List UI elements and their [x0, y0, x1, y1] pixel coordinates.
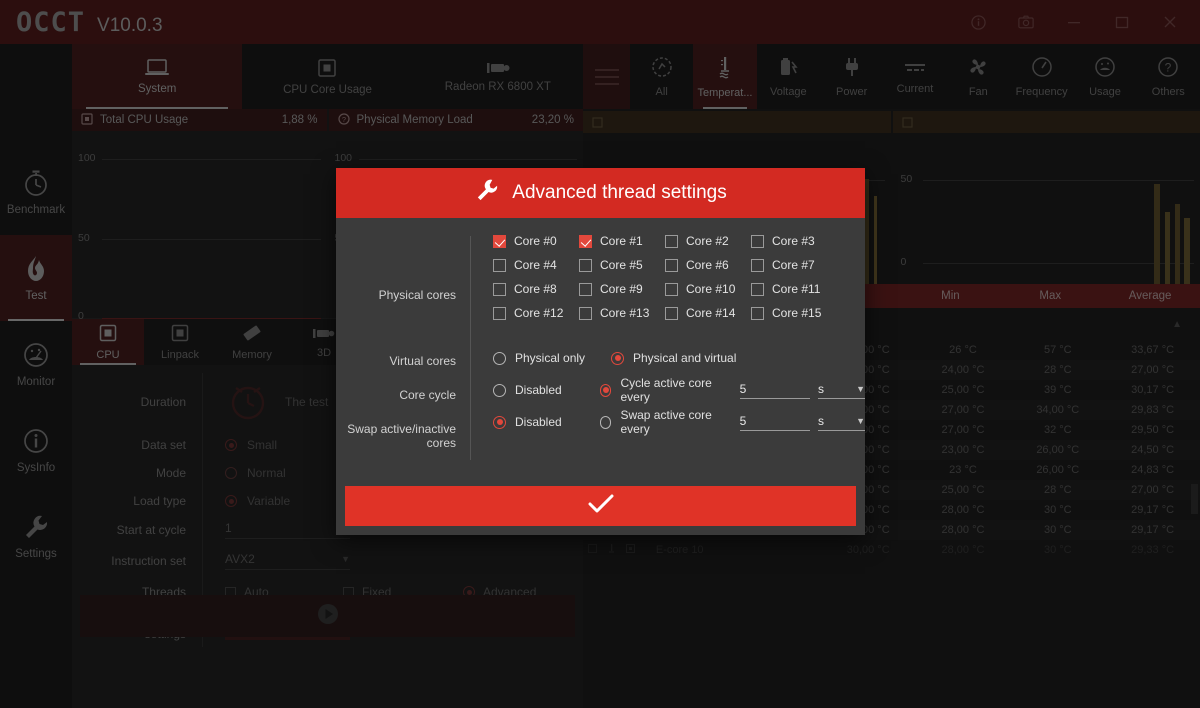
core-checkbox-1[interactable]: Core #1 — [579, 234, 665, 248]
radio-icon — [493, 415, 506, 429]
swap-cores-label: Swap active/inactive cores — [347, 422, 456, 450]
core-checkbox-11[interactable]: Core #11 — [751, 282, 837, 296]
dialog-confirm-button[interactable] — [345, 486, 856, 526]
checkbox-icon — [579, 282, 592, 296]
core-checkbox-8[interactable]: Core #8 — [493, 282, 579, 296]
core-checkbox-9[interactable]: Core #9 — [579, 282, 665, 296]
core-cycle-row: Disabled Cycle active core every 5 s ▼ — [493, 374, 866, 406]
core-label: Core #8 — [514, 282, 557, 296]
core-label: Core #7 — [772, 258, 815, 272]
core-label: Core #9 — [600, 282, 643, 296]
wrench-icon — [474, 178, 499, 209]
chevron-down-icon: ▼ — [856, 383, 866, 394]
checkbox-icon — [665, 306, 678, 320]
dialog-labels-column: Physical cores Virtual cores Core cycle … — [336, 234, 470, 486]
radio-cycle-active-core[interactable]: Cycle active core every — [599, 376, 732, 404]
virtual-cores-row: Physical only Physical and virtual — [493, 342, 865, 374]
core-label: Core #4 — [514, 258, 557, 272]
radio-swap-active-core[interactable]: Swap active core every — [599, 408, 732, 436]
core-checkbox-6[interactable]: Core #6 — [665, 258, 751, 272]
core-label: Core #11 — [772, 282, 821, 296]
core-checkbox-15[interactable]: Core #15 — [751, 306, 837, 320]
radio-physical-and-virtual[interactable]: Physical and virtual — [611, 351, 736, 365]
core-checkbox-10[interactable]: Core #10 — [665, 282, 751, 296]
chevron-down-icon: ▼ — [856, 415, 866, 426]
core-label: Core #14 — [686, 306, 736, 320]
checkbox-icon — [751, 234, 764, 248]
checkbox-icon — [493, 306, 506, 320]
dialog-title: Advanced thread settings — [512, 182, 727, 203]
core-checkbox-3[interactable]: Core #3 — [751, 234, 837, 248]
core-label: Core #5 — [600, 258, 643, 272]
unit-value: s — [818, 413, 825, 428]
checkbox-icon — [751, 282, 764, 296]
core-label: Core #12 — [514, 306, 564, 320]
option-label: Disabled — [515, 383, 562, 397]
core-label: Core #1 — [600, 234, 643, 248]
core-label: Core #13 — [600, 306, 650, 320]
checkbox-icon — [751, 306, 764, 320]
swap-unit-select[interactable]: s ▼ — [818, 413, 866, 431]
core-checkbox-0[interactable]: Core #0 — [493, 234, 579, 248]
dialog-header: Advanced thread settings — [336, 168, 865, 218]
core-checkbox-13[interactable]: Core #13 — [579, 306, 665, 320]
radio-swap-disabled[interactable]: Disabled — [493, 415, 600, 429]
checkbox-icon — [579, 306, 592, 320]
radio-icon — [599, 383, 612, 397]
checkbox-icon — [579, 258, 592, 272]
core-label: Core #3 — [772, 234, 815, 248]
radio-icon — [493, 383, 506, 397]
swap-interval-input[interactable]: 5 — [739, 414, 811, 431]
unit-value: s — [818, 381, 825, 396]
checkbox-icon — [493, 234, 506, 248]
advanced-thread-settings-dialog: Advanced thread settings Physical cores … — [336, 168, 866, 535]
radio-icon — [493, 351, 506, 365]
core-label: Core #15 — [772, 306, 822, 320]
core-checkbox-14[interactable]: Core #14 — [665, 306, 751, 320]
checkbox-icon — [493, 258, 506, 272]
core-checkbox-4[interactable]: Core #4 — [493, 258, 579, 272]
virtual-cores-label: Virtual cores — [389, 354, 456, 368]
check-icon — [586, 493, 616, 520]
radio-core-cycle-disabled[interactable]: Disabled — [493, 383, 600, 397]
core-checkbox-2[interactable]: Core #2 — [665, 234, 751, 248]
core-cycle-unit-select[interactable]: s ▼ — [818, 381, 866, 399]
core-checkbox-grid: Core #0 Core #1 Core #2 Core #3 Core #4 … — [493, 234, 865, 320]
dialog-body: Physical cores Virtual cores Core cycle … — [336, 218, 866, 486]
option-label: Physical and virtual — [633, 351, 737, 365]
core-checkbox-7[interactable]: Core #7 — [751, 258, 837, 272]
checkbox-icon — [579, 234, 592, 248]
radio-icon — [611, 351, 624, 365]
option-label: Disabled — [515, 415, 562, 429]
checkbox-icon — [665, 282, 678, 296]
occt-application: OCCT V10.0.3 Benchma — [0, 0, 1200, 708]
option-label: Cycle active core every — [620, 376, 712, 404]
core-label: Core #0 — [514, 234, 557, 248]
core-label: Core #10 — [686, 282, 736, 296]
radio-icon — [599, 415, 612, 429]
swap-cores-row: Disabled Swap active core every 5 s ▼ — [493, 406, 866, 438]
core-checkbox-12[interactable]: Core #12 — [493, 306, 579, 320]
core-label: Core #6 — [686, 258, 729, 272]
option-label: Physical only — [515, 351, 586, 365]
core-cycle-label: Core cycle — [399, 388, 456, 402]
physical-cores-label: Physical cores — [378, 288, 456, 302]
checkbox-icon — [665, 234, 678, 248]
checkbox-icon — [493, 282, 506, 296]
core-label: Core #2 — [686, 234, 729, 248]
core-cycle-interval-input[interactable]: 5 — [739, 382, 811, 399]
dialog-controls-column: Core #0 Core #1 Core #2 Core #3 Core #4 … — [471, 234, 866, 486]
checkbox-icon — [665, 258, 678, 272]
core-checkbox-5[interactable]: Core #5 — [579, 258, 665, 272]
option-label: Swap active core every — [620, 408, 712, 436]
checkbox-icon — [751, 258, 764, 272]
radio-physical-only[interactable]: Physical only — [493, 351, 611, 365]
